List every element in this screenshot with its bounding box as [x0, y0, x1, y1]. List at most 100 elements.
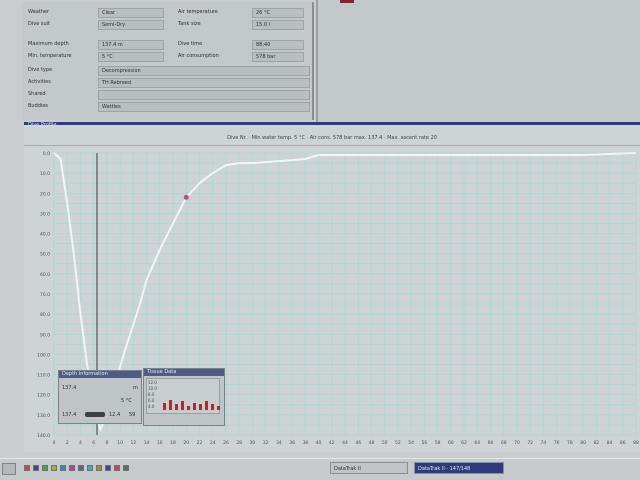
info-row: Dive time 88:40 — [172, 40, 312, 50]
x-tick-label: 88 — [633, 440, 639, 446]
x-tick-label: 44 — [342, 440, 348, 446]
x-tick-label: 68 — [501, 440, 507, 446]
y-tick-label: 130.0 — [37, 413, 50, 419]
start-button[interactable] — [2, 463, 16, 475]
tissue-data-window[interactable]: Tissue Data 12.0 10.0 8.0 6.0 4.0 — [143, 368, 225, 426]
x-tick-label: 80 — [580, 440, 586, 446]
x-tick-label: 20 — [183, 440, 189, 446]
x-tick-label: 46 — [355, 440, 361, 446]
info-label: Tank size — [178, 21, 201, 27]
quick-launch-icon[interactable] — [78, 465, 84, 471]
window-marker — [340, 0, 354, 3]
y-tick-label: 40.0 — [40, 232, 50, 238]
quick-launch-icon[interactable] — [51, 465, 57, 471]
quick-launch-icon[interactable] — [24, 465, 30, 471]
y-tick-label: 30.0 — [40, 211, 50, 217]
x-tick-label: 24 — [210, 440, 216, 446]
info-label: Air consumption — [178, 53, 219, 59]
x-tick-label: 72 — [527, 440, 533, 446]
y-tick-label: 120.0 — [37, 393, 50, 399]
x-tick-label: 30 — [250, 440, 256, 446]
x-tick-label: 4 — [79, 440, 82, 446]
info-row: Buddies Wattles — [22, 102, 312, 112]
taskbar-task-button[interactable]: DataTrak II · 147/148 — [414, 462, 504, 474]
info-row: Activities TH Rebreed — [22, 78, 312, 88]
right-pane — [316, 0, 640, 122]
info-value[interactable]: Wattles — [98, 102, 310, 112]
quick-launch-icon[interactable] — [42, 465, 48, 471]
info-value[interactable]: 578 bar — [252, 52, 304, 62]
info-row: Dive type Decompression — [22, 66, 312, 76]
info-label: Activities — [28, 79, 51, 85]
x-tick-label: 82 — [593, 440, 599, 446]
info-label: Min. temperature — [28, 53, 72, 59]
info-value[interactable]: Semi-Dry — [98, 20, 164, 30]
info-label: Buddies — [28, 103, 49, 109]
dive-info-panel: Weather Clear Dive suit Semi-Dry Maximum dep… — [22, 2, 314, 120]
info-value[interactable]: 15.0 l — [252, 20, 304, 30]
x-tick-label: 60 — [448, 440, 454, 446]
x-tick-label: 14 — [144, 440, 150, 446]
x-tick-label: 84 — [607, 440, 613, 446]
x-tick-label: 54 — [408, 440, 414, 446]
x-tick-label: 48 — [369, 440, 375, 446]
x-tick-label: 70 — [514, 440, 520, 446]
y-tick-label: 110.0 — [37, 373, 50, 379]
quick-launch-icon[interactable] — [123, 465, 129, 471]
depth-progress — [85, 412, 105, 417]
y-tick-label: 10.0 — [40, 171, 50, 177]
info-label: Maximum depth — [28, 41, 69, 47]
y-tick-label: 50.0 — [40, 252, 50, 258]
info-label: Dive time — [178, 41, 203, 47]
y-tick-label: 60.0 — [40, 272, 50, 278]
x-tick-label: 86 — [620, 440, 626, 446]
info-value[interactable]: 26 °C — [252, 8, 304, 18]
info-value[interactable]: Clear — [98, 8, 164, 18]
tissue-axis-label: 6.0 — [148, 398, 155, 403]
x-tick-label: 32 — [263, 440, 269, 446]
info-label: Dive type — [28, 67, 53, 73]
tissue-bar — [163, 402, 166, 410]
y-tick-label: 100.0 — [37, 352, 50, 358]
quick-launch-icon[interactable] — [114, 465, 120, 471]
info-value[interactable] — [98, 90, 310, 100]
tissue-bar-chart: 12.0 10.0 8.0 6.0 4.0 — [146, 378, 220, 414]
x-tick-label: 26 — [223, 440, 229, 446]
depth-info-window[interactable]: Depth Information 137.4 m 5 °C 137.4 12.… — [58, 370, 142, 424]
tissue-data-title: Tissue Data — [144, 369, 224, 376]
info-value[interactable]: TH Rebreed — [98, 78, 310, 88]
quick-launch-icon[interactable] — [105, 465, 111, 471]
screen: Weather Clear Dive suit Semi-Dry Maximum dep… — [0, 0, 640, 480]
tissue-bar — [193, 402, 196, 410]
x-tick-label: 8 — [105, 440, 108, 446]
info-row: Tank size 15.0 l — [172, 20, 312, 30]
info-value[interactable]: 5 °C — [98, 52, 164, 62]
tissue-axis-label: 12.0 — [148, 380, 157, 385]
depth-info-title: Depth Information — [59, 371, 141, 378]
info-value[interactable]: Decompression — [98, 66, 310, 76]
quick-launch-icon[interactable] — [96, 465, 102, 471]
quick-launch-icon[interactable] — [33, 465, 39, 471]
info-value[interactable]: 88:40 — [252, 40, 304, 50]
y-tick-label: 90.0 — [40, 332, 50, 338]
tissue-axis-label: 4.0 — [148, 404, 155, 409]
y-tick-label: 20.0 — [40, 191, 50, 197]
depth-value-3: 12.4 — [109, 412, 121, 418]
taskbar-task-button[interactable]: DataTrak II — [330, 462, 408, 474]
x-tick-label: 10 — [117, 440, 123, 446]
y-tick-label: 80.0 — [40, 312, 50, 318]
info-label: Weather — [28, 9, 50, 15]
info-label: Dive suit — [28, 21, 50, 27]
x-tick-label: 76 — [554, 440, 560, 446]
tissue-bar — [181, 401, 184, 410]
quick-launch-icon[interactable] — [69, 465, 75, 471]
quick-launch-icon[interactable] — [87, 465, 93, 471]
tissue-axis-label: 8.0 — [148, 392, 155, 397]
tissue-bar — [205, 401, 208, 410]
y-tick-label: 140.0 — [37, 433, 50, 439]
quick-launch-icon[interactable] — [60, 465, 66, 471]
info-value[interactable]: 137.4 m — [98, 40, 164, 50]
x-tick-label: 16 — [157, 440, 163, 446]
y-tick-label: 70.0 — [40, 292, 50, 298]
x-tick-label: 22 — [197, 440, 203, 446]
